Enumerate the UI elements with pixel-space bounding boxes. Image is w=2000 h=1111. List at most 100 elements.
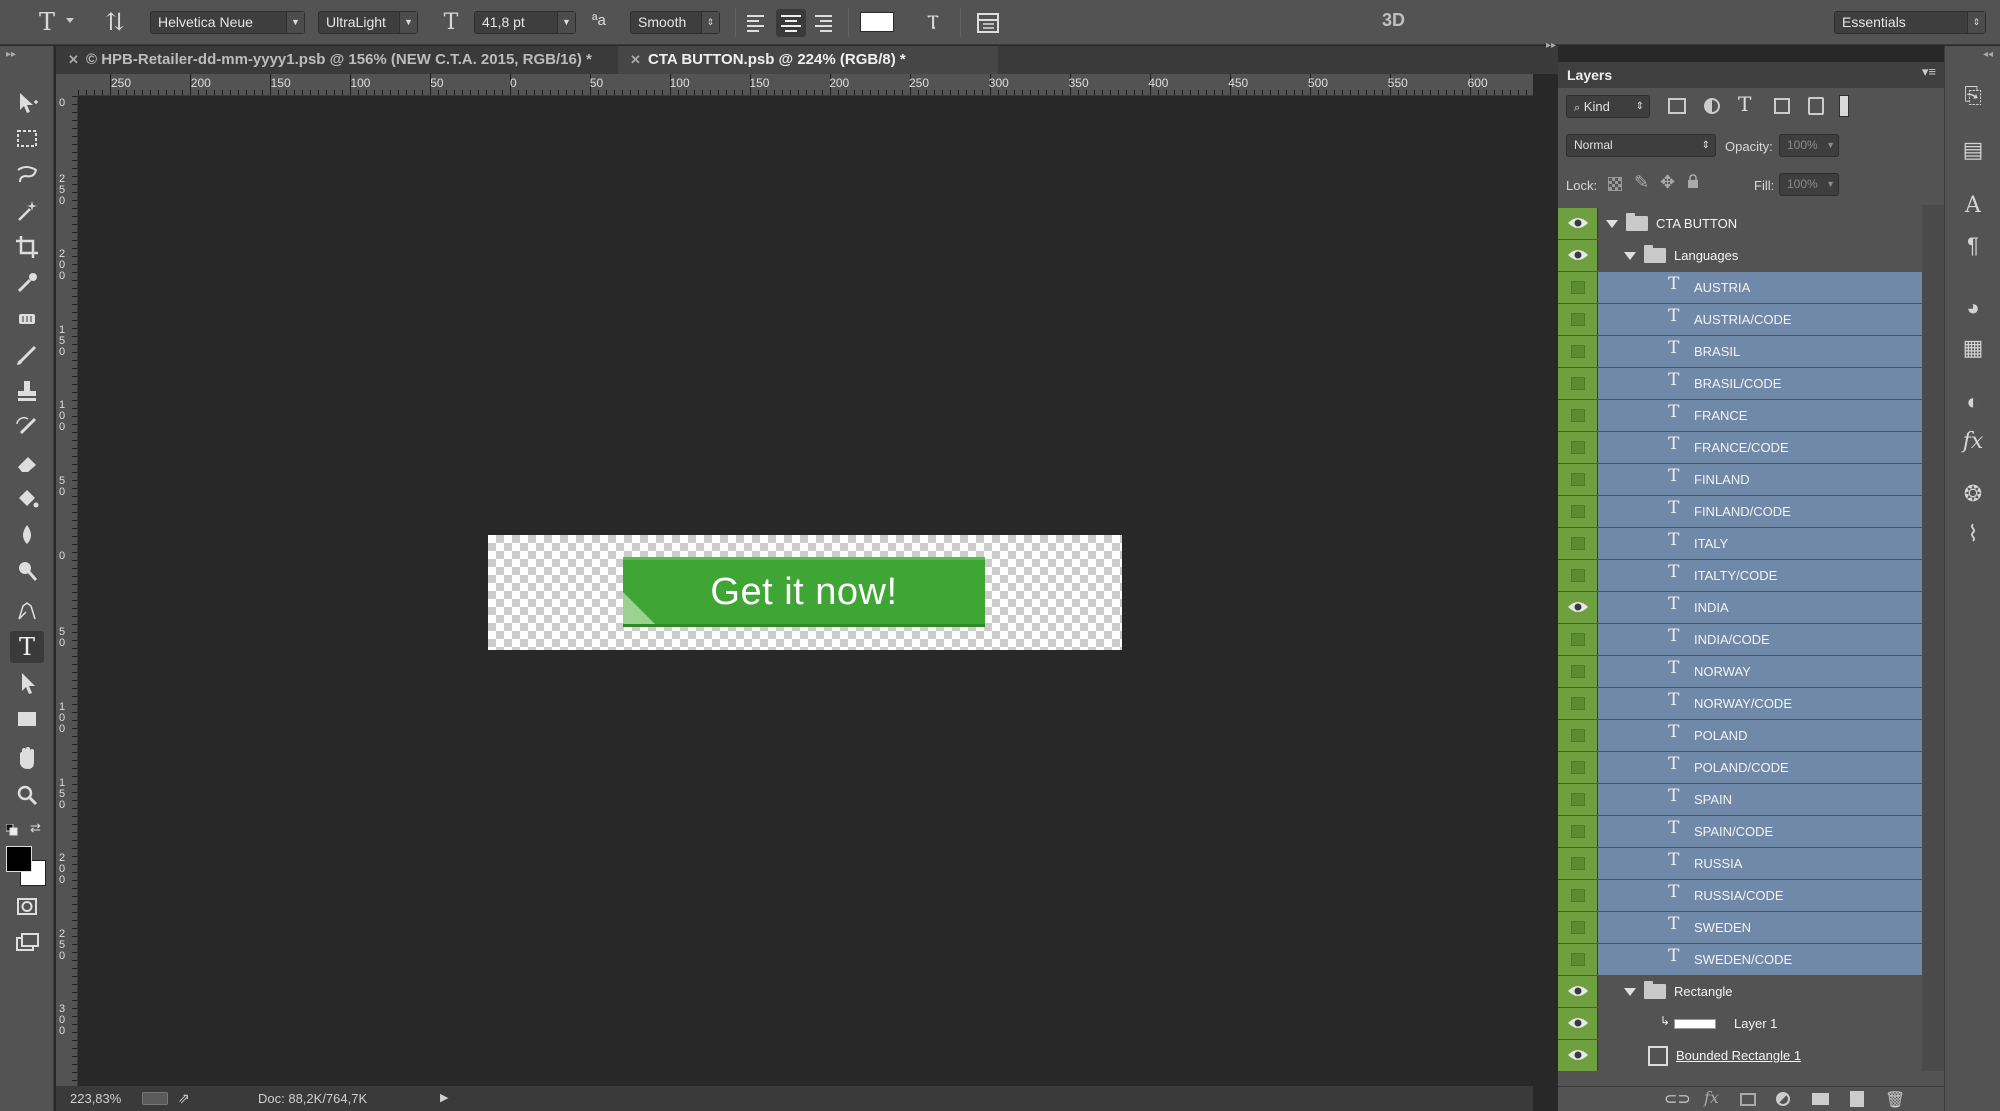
swatches-panel-icon[interactable]: ▦	[1959, 334, 1987, 362]
filter-shape-icon[interactable]	[1774, 98, 1790, 114]
layer-name[interactable]: Bounded Rectangle 1	[1676, 1040, 1801, 1071]
layer-visibility-toggle[interactable]	[1558, 880, 1598, 911]
layer-visibility-toggle[interactable]	[1558, 368, 1598, 399]
canvas-area[interactable]: Get it now!	[78, 96, 1533, 1086]
layer-row[interactable]: CTA BUTTON	[1558, 208, 1922, 239]
close-icon[interactable]: ✕	[68, 46, 79, 74]
layer-row[interactable]: T ITALTY/CODE	[1558, 560, 1922, 591]
status-menu-arrow-icon[interactable]: ▶	[440, 1086, 448, 1111]
layer-row[interactable]: Rectangle	[1558, 976, 1922, 1007]
layer-row-body[interactable]: T FRANCE	[1598, 400, 1922, 431]
layer-row[interactable]: T FINLAND	[1558, 464, 1922, 495]
share-icon[interactable]: ⇗	[178, 1086, 190, 1111]
layer-row[interactable]: T POLAND	[1558, 720, 1922, 751]
history-brush-tool-icon[interactable]	[10, 411, 44, 443]
layer-name[interactable]: ITALTY/CODE	[1694, 560, 1777, 591]
document-canvas[interactable]: Get it now!	[488, 535, 1122, 650]
anti-alias-select[interactable]: Smooth ⇕	[630, 11, 720, 34]
document-tab-active[interactable]: ✕ CTA BUTTON.psb @ 224% (RGB/8) *	[618, 46, 998, 74]
layer-row-body[interactable]: T SPAIN/CODE	[1598, 816, 1922, 847]
status-icon[interactable]	[142, 1092, 168, 1105]
layer-row[interactable]: T POLAND/CODE	[1558, 752, 1922, 783]
layer-visibility-toggle[interactable]	[1558, 464, 1598, 495]
layer-name[interactable]: INDIA/CODE	[1694, 624, 1770, 655]
toggle-orientation-icon[interactable]: ⇅	[100, 8, 130, 36]
layer-visibility-toggle[interactable]	[1558, 336, 1598, 367]
clone-stamp-tool-icon[interactable]	[10, 375, 44, 407]
layer-name[interactable]: SWEDEN/CODE	[1694, 944, 1792, 975]
layer-row-body[interactable]: CTA BUTTON	[1598, 208, 1922, 239]
layer-visibility-toggle[interactable]	[1558, 528, 1598, 559]
layer-visibility-toggle[interactable]	[1558, 816, 1598, 847]
dock-collapse-icon[interactable]: ◂◂	[1983, 49, 1993, 60]
layer-filter-select[interactable]: ⌕ Kind ⇕	[1566, 95, 1650, 118]
cta-button[interactable]: Get it now!	[623, 557, 985, 627]
screen-mode-icon[interactable]	[10, 927, 44, 959]
dodge-tool-icon[interactable]	[10, 555, 44, 587]
layer-row-body[interactable]: T FINLAND/CODE	[1598, 496, 1922, 527]
path-selection-tool-icon[interactable]	[10, 667, 44, 699]
history-panel-icon[interactable]: ⎘	[1959, 82, 1987, 110]
layer-row[interactable]: T ITALY	[1558, 528, 1922, 559]
layer-row-body[interactable]: T SWEDEN/CODE	[1598, 944, 1922, 975]
default-colors-icon[interactable]	[5, 823, 18, 836]
layer-visibility-toggle[interactable]	[1558, 720, 1598, 751]
text-color-swatch[interactable]	[860, 12, 894, 32]
layer-row[interactable]: T INDIA	[1558, 592, 1922, 623]
layer-row-body[interactable]: T POLAND	[1598, 720, 1922, 751]
layer-row[interactable]: T FRANCE	[1558, 400, 1922, 431]
layer-row-body[interactable]: T SWEDEN	[1598, 912, 1922, 943]
3d-mode-button[interactable]: 3D	[1382, 10, 1405, 31]
pen-tool-icon[interactable]	[10, 595, 44, 627]
layer-name[interactable]: AUSTRIA/CODE	[1694, 304, 1792, 335]
quick-mask-icon[interactable]	[10, 891, 44, 923]
ruler-origin[interactable]	[56, 74, 78, 96]
fill-input[interactable]: 100% ▼	[1779, 173, 1839, 196]
layer-row-body[interactable]: T RUSSIA	[1598, 848, 1922, 879]
vertical-ruler[interactable]: 0 250 200 150 100 50 0 50 100 150 200 250 300	[56, 96, 78, 1086]
horizontal-ruler[interactable]: 250 200 150 100 50 0 50 100 150 200 250 300 350 400 45…	[78, 74, 1533, 96]
layer-row-body[interactable]: Rectangle	[1598, 976, 1922, 1007]
blur-tool-icon[interactable]	[10, 519, 44, 551]
layer-visibility-toggle[interactable]	[1558, 272, 1598, 303]
layer-row-body[interactable]: T INDIA	[1598, 592, 1922, 623]
layer-name[interactable]: SPAIN	[1694, 784, 1732, 815]
layer-row-body[interactable]: T POLAND/CODE	[1598, 752, 1922, 783]
move-tool-icon[interactable]	[10, 87, 44, 119]
close-icon[interactable]: ✕	[630, 46, 641, 74]
layer-row[interactable]: T FRANCE/CODE	[1558, 432, 1922, 463]
layer-row-body[interactable]: T BRASIL	[1598, 336, 1922, 367]
filter-pixel-icon[interactable]	[1668, 98, 1686, 114]
layer-row-body[interactable]: T ITALY	[1598, 528, 1922, 559]
layer-name[interactable]: FRANCE	[1694, 400, 1747, 431]
layer-row-body[interactable]: ↳ Layer 1	[1598, 1008, 1922, 1039]
paint-bucket-tool-icon[interactable]	[10, 483, 44, 515]
panel-collapse-icon[interactable]: ▸▸	[6, 49, 16, 60]
layer-row-body[interactable]: T NORWAY	[1598, 656, 1922, 687]
new-layer-icon[interactable]	[1850, 1091, 1864, 1107]
layer-row-body[interactable]: T FRANCE/CODE	[1598, 432, 1922, 463]
warp-text-icon[interactable]: Ⲧ	[918, 9, 948, 35]
layer-row[interactable]: T BRASIL	[1558, 336, 1922, 367]
eraser-tool-icon[interactable]	[10, 447, 44, 479]
lasso-tool-icon[interactable]	[10, 159, 44, 191]
color-panel-icon[interactable]: ◕	[1959, 294, 1987, 322]
align-right-icon[interactable]	[812, 12, 836, 34]
lock-position-icon[interactable]: ✥	[1660, 172, 1675, 193]
lock-all-icon[interactable]	[1687, 174, 1699, 188]
new-group-icon[interactable]	[1812, 1093, 1829, 1105]
styles-panel-icon[interactable]: fx	[1959, 428, 1987, 456]
layer-visibility-toggle[interactable]	[1558, 208, 1598, 239]
layer-visibility-toggle[interactable]	[1558, 944, 1598, 975]
rectangle-tool-icon[interactable]	[10, 703, 44, 735]
paragraph-panel-icon[interactable]: ¶	[1959, 232, 1987, 260]
font-family-select[interactable]: Helvetica Neue ▼	[150, 11, 305, 34]
expand-triangle-icon[interactable]	[1624, 988, 1636, 996]
layer-visibility-toggle[interactable]	[1558, 848, 1598, 879]
layer-row[interactable]: T BRASIL/CODE	[1558, 368, 1922, 399]
layer-visibility-toggle[interactable]	[1558, 688, 1598, 719]
layer-visibility-toggle[interactable]	[1558, 432, 1598, 463]
layer-visibility-toggle[interactable]	[1558, 400, 1598, 431]
delete-layer-icon[interactable]: 🗑	[1885, 1090, 1905, 1110]
hand-tool-icon[interactable]	[10, 743, 44, 775]
